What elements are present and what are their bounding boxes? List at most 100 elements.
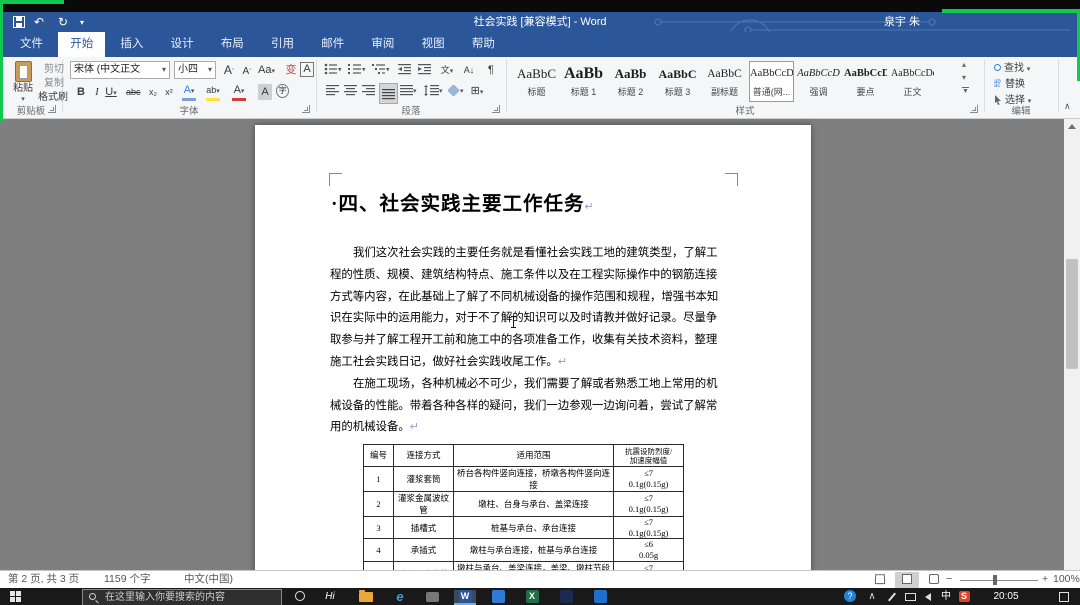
word-taskbar-icon[interactable]: W bbox=[454, 590, 476, 605]
ime-indicator[interactable]: 中 bbox=[938, 590, 954, 605]
justify-button[interactable] bbox=[379, 83, 398, 104]
superscript-button[interactable]: x² bbox=[162, 84, 176, 100]
tab-review[interactable]: 审阅 bbox=[359, 32, 406, 57]
copy-button[interactable]: 复制 bbox=[44, 77, 64, 90]
asian-layout-button[interactable]: 文▾ bbox=[440, 62, 454, 80]
styles-scroll-up-button[interactable]: ▴ bbox=[962, 60, 966, 69]
zoom-out-button[interactable]: − bbox=[946, 571, 952, 588]
print-layout-button[interactable] bbox=[895, 572, 919, 588]
style-card-title[interactable]: AaBbC标题 bbox=[514, 61, 559, 102]
styles-dialog-launcher[interactable] bbox=[970, 105, 978, 113]
start-button[interactable] bbox=[10, 591, 22, 603]
subscript-button[interactable]: x₂ bbox=[146, 84, 160, 100]
styles-scroll-down-button[interactable]: ▾ bbox=[962, 73, 966, 82]
bullets-button[interactable]: ▾ bbox=[324, 63, 342, 75]
style-card-strong[interactable]: AaBbCcD要点 bbox=[843, 61, 888, 102]
bold-button[interactable]: B bbox=[74, 84, 88, 100]
cortana-icon[interactable] bbox=[292, 590, 308, 605]
find-button[interactable]: 查找 ▾ bbox=[994, 62, 1030, 76]
tab-file[interactable]: 文件 bbox=[8, 32, 55, 57]
file-explorer-icon[interactable] bbox=[358, 590, 374, 605]
app-icon-navy[interactable] bbox=[558, 590, 574, 605]
tab-insert[interactable]: 插入 bbox=[108, 32, 155, 57]
multilevel-list-button[interactable]: ▾ bbox=[372, 63, 390, 75]
cut-button[interactable]: 剪切 bbox=[44, 63, 64, 76]
notification-center-icon[interactable] bbox=[1056, 590, 1072, 605]
font-dialog-launcher[interactable] bbox=[302, 105, 310, 113]
decrease-indent-button[interactable] bbox=[398, 63, 412, 75]
photos-app-icon[interactable] bbox=[592, 590, 608, 605]
document-page[interactable]: ·四、社会实践主要工作任务↵ 我们这次社会实践的主要任务就是看懂社会实践工地的建… bbox=[255, 125, 811, 570]
excel-taskbar-icon[interactable]: X bbox=[524, 590, 540, 605]
zoom-in-button[interactable]: + bbox=[1042, 571, 1048, 588]
style-card-subtitle[interactable]: AaBbC副标题 bbox=[702, 61, 747, 102]
sort-button[interactable]: A↓ bbox=[462, 62, 476, 78]
zoom-slider-track[interactable] bbox=[960, 580, 1038, 581]
volume-tray-icon[interactable] bbox=[920, 590, 936, 605]
text-effects-button[interactable]: A▾ bbox=[182, 84, 196, 101]
tray-help-icon[interactable]: ? bbox=[842, 590, 858, 605]
tray-chevron-icon[interactable]: ∧ bbox=[864, 590, 880, 605]
read-mode-button[interactable] bbox=[868, 572, 892, 588]
shading-button[interactable]: ▾ bbox=[448, 85, 464, 96]
font-color-button[interactable]: A▾ bbox=[232, 84, 246, 101]
change-case-button[interactable]: Aa▾ bbox=[258, 62, 275, 80]
sogou-icon[interactable]: S bbox=[956, 590, 972, 605]
numbering-button[interactable]: ▾ bbox=[348, 63, 366, 75]
strikethrough-button[interactable]: abc bbox=[126, 84, 141, 100]
paragraph-dialog-launcher[interactable] bbox=[492, 105, 500, 113]
tab-home[interactable]: 开始 bbox=[58, 32, 105, 57]
collapse-ribbon-button[interactable]: ∧ bbox=[1064, 101, 1071, 112]
account-name[interactable]: 泉宇 朱 bbox=[884, 12, 920, 32]
align-left-button[interactable] bbox=[326, 85, 339, 96]
page-indicator[interactable]: 第 2 页, 共 3 页 bbox=[8, 571, 79, 588]
monitor-tray-icon[interactable] bbox=[902, 590, 918, 605]
word-count[interactable]: 1159 个字 bbox=[104, 571, 151, 588]
taskbar-search-input[interactable]: 在这里输入你要搜索的内容 bbox=[82, 589, 282, 605]
shrink-font-button[interactable]: Aˇ bbox=[240, 64, 254, 81]
borders-button[interactable]: ⊞▾ bbox=[470, 83, 484, 101]
paste-button[interactable]: 粘贴 ▾ bbox=[8, 61, 38, 103]
line-spacing-button[interactable]: ▾ bbox=[424, 85, 443, 96]
vertical-scrollbar[interactable] bbox=[1064, 119, 1080, 570]
style-card-heading3[interactable]: AaBbC标题 3 bbox=[655, 61, 700, 102]
distribute-button[interactable]: ▾ bbox=[400, 85, 417, 96]
character-shading-button[interactable]: A bbox=[258, 84, 272, 100]
styles-more-button[interactable]: ▼ bbox=[962, 87, 969, 95]
show-paragraph-marks-button[interactable]: ¶ bbox=[484, 62, 498, 78]
zoom-slider-thumb[interactable] bbox=[993, 575, 997, 585]
text-highlight-button[interactable]: ab▾ bbox=[206, 84, 220, 101]
tab-view[interactable]: 视图 bbox=[410, 32, 457, 57]
style-card-emphasis[interactable]: AaBbCcD强调 bbox=[796, 61, 841, 102]
document-canvas[interactable]: ·四、社会实践主要工作任务↵ 我们这次社会实践的主要任务就是看懂社会实践工地的建… bbox=[0, 119, 1080, 570]
font-size-combo[interactable]: ▾小四 bbox=[174, 61, 216, 79]
tab-mailings[interactable]: 邮件 bbox=[309, 32, 356, 57]
align-right-button[interactable] bbox=[362, 85, 375, 96]
web-layout-button[interactable] bbox=[922, 572, 946, 588]
underline-button[interactable]: U▾ bbox=[104, 84, 118, 102]
style-card-normal-web[interactable]: AaBbCcD普通(网... bbox=[749, 61, 794, 102]
enclose-characters-button[interactable]: 字 bbox=[276, 84, 289, 98]
clock[interactable]: 20:05 bbox=[986, 590, 1026, 605]
style-card-heading1[interactable]: AaBb标题 1 bbox=[561, 61, 606, 102]
scroll-up-arrow[interactable] bbox=[1068, 124, 1076, 129]
align-center-button[interactable] bbox=[344, 85, 357, 96]
phonetic-guide-button[interactable]: 变 bbox=[284, 62, 298, 78]
app-icon-blue[interactable] bbox=[490, 590, 506, 605]
replace-button[interactable]: abac替换 bbox=[994, 78, 1025, 91]
camera-app-icon[interactable] bbox=[424, 590, 440, 605]
italic-button[interactable]: I bbox=[90, 84, 104, 100]
style-card-body-text[interactable]: AaBbCcDd正文 bbox=[890, 61, 935, 102]
scrollbar-thumb[interactable] bbox=[1066, 259, 1078, 369]
grow-font-button[interactable]: Aˆ bbox=[222, 62, 236, 81]
edge-browser-icon[interactable]: e bbox=[392, 590, 408, 605]
style-card-heading2[interactable]: AaBb标题 2 bbox=[608, 61, 653, 102]
clipboard-dialog-launcher[interactable] bbox=[48, 105, 56, 113]
hi-app-icon[interactable]: Hi bbox=[322, 590, 338, 605]
zoom-level[interactable]: 100% bbox=[1053, 571, 1080, 588]
font-name-combo[interactable]: ▾宋体 (中文正文 bbox=[70, 61, 170, 79]
increase-indent-button[interactable] bbox=[418, 63, 432, 75]
tab-design[interactable]: 设计 bbox=[159, 32, 206, 57]
language-indicator[interactable]: 中文(中国) bbox=[184, 571, 233, 588]
tab-references[interactable]: 引用 bbox=[259, 32, 306, 57]
